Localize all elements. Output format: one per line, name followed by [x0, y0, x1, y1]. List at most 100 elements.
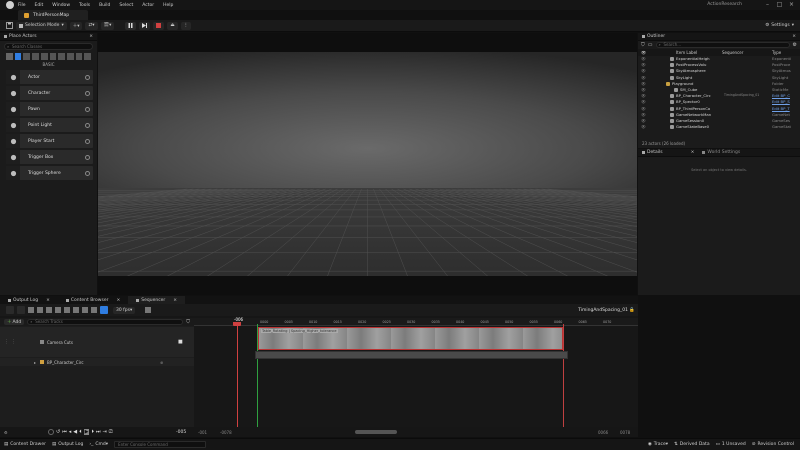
actor-item[interactable]: Point Light	[6, 118, 93, 132]
close-tab-icon[interactable]: ×	[173, 298, 177, 303]
range-end-field[interactable]: 0066	[598, 430, 608, 435]
actor-track-section[interactable]	[255, 351, 568, 359]
camera-view-icon[interactable]: ⎚	[109, 429, 113, 435]
step-back-icon[interactable]: ◂	[69, 429, 72, 435]
info-icon[interactable]	[85, 74, 90, 80]
timeline-scrollbar[interactable]	[355, 430, 397, 434]
track-search-input[interactable]: ⌕ Search Tracks	[27, 319, 184, 325]
item-label-column[interactable]: Item Label	[676, 50, 697, 55]
track-lock-icon[interactable]: ⋮	[11, 339, 16, 345]
menu-tools[interactable]: Tools	[79, 3, 90, 8]
shapes-category-icon[interactable]	[32, 53, 39, 60]
menu-edit[interactable]: Edit	[35, 3, 44, 8]
world-settings-tab[interactable]: World Settings	[702, 150, 740, 155]
pause-button[interactable]	[125, 21, 137, 30]
visual-effects-category-icon[interactable]	[49, 53, 57, 60]
visibility-icon[interactable]: 👁	[641, 106, 646, 111]
track-options-icon[interactable]: ⊕	[160, 360, 163, 365]
lock-icon[interactable]: 🔒	[629, 308, 635, 313]
info-icon[interactable]	[85, 138, 90, 144]
unreal-logo-icon[interactable]	[6, 1, 14, 9]
unsaved-button[interactable]: ▭ 1 Unsaved	[716, 442, 746, 447]
menu-select[interactable]: Select	[119, 3, 133, 8]
curve-editor-icon[interactable]	[145, 307, 152, 313]
minimize-icon[interactable]: –	[763, 1, 772, 9]
actor-item[interactable]: Actor	[6, 70, 93, 84]
save-icon[interactable]	[6, 22, 13, 29]
actions-icon[interactable]	[55, 307, 61, 313]
tab-sequencer[interactable]: Sequencer ×	[128, 296, 186, 304]
close-tab-icon[interactable]: ×	[89, 34, 93, 39]
add-actor-button[interactable]: ＋▾	[69, 21, 83, 30]
cmd-dropdown[interactable]: ›_ Cmd ▾	[89, 442, 108, 447]
outliner-tab[interactable]: Outliner	[642, 34, 665, 39]
visibility-icon[interactable]: 👁	[641, 112, 646, 117]
sequence-breadcrumb[interactable]: TimingAndSpacing_01	[578, 308, 628, 313]
save-sequence-icon[interactable]	[17, 306, 25, 314]
actor-item[interactable]: Trigger Box	[6, 150, 93, 164]
play-options-button[interactable]: ⋮	[180, 21, 192, 30]
geometry-category-icon[interactable]	[58, 53, 65, 60]
menu-file[interactable]: File	[18, 3, 26, 8]
track-row-camera-cuts[interactable]: ⋮ ⋮ Camera Cuts ■	[0, 327, 194, 357]
filter-icon[interactable]: ⛉	[641, 42, 645, 48]
visibility-column-icon[interactable]: 👁	[641, 50, 646, 55]
info-icon[interactable]	[85, 170, 90, 176]
cinematic-category-icon[interactable]	[40, 53, 48, 60]
level-viewport[interactable]	[98, 52, 637, 276]
add-folder-icon[interactable]: ▭	[648, 42, 653, 48]
menu-window[interactable]: Window	[52, 3, 70, 8]
track-pin-icon[interactable]: ⋮	[4, 339, 9, 345]
snapping-icon[interactable]	[91, 307, 97, 313]
all-classes-category-icon[interactable]	[75, 53, 83, 60]
info-icon[interactable]	[85, 122, 90, 128]
visibility-icon[interactable]: 👁	[641, 124, 646, 129]
level-tab[interactable]: ThirdPersonMap	[18, 10, 88, 20]
camera-icon[interactable]	[37, 307, 43, 313]
more-category-icon[interactable]	[84, 53, 92, 60]
close-tab-icon[interactable]: ×	[792, 34, 796, 39]
visibility-icon[interactable]: 👁	[641, 93, 646, 98]
trace-button[interactable]: ◉ Trace ▾	[648, 442, 668, 447]
place-actors-search-input[interactable]: ⌕ Search Classes	[4, 43, 93, 50]
maximize-icon[interactable]: □	[775, 1, 784, 9]
visibility-icon[interactable]: 👁	[641, 99, 646, 104]
add-track-button[interactable]: ＋ Add	[4, 319, 25, 325]
loop-icon[interactable]: ↺	[56, 429, 60, 435]
output-log-button[interactable]: ▤ Output Log	[52, 442, 83, 447]
outliner-settings-icon[interactable]: ⚙	[793, 42, 797, 48]
visibility-icon[interactable]: 👁	[641, 56, 646, 61]
render-movie-icon[interactable]	[46, 307, 52, 313]
cinematics-button[interactable]: 🎬▾	[100, 21, 115, 30]
playback-range-icon[interactable]: ⇥	[103, 429, 107, 435]
details-tab[interactable]: Details	[642, 150, 663, 155]
current-frame-field[interactable]: -005	[176, 430, 186, 435]
tab-output-log[interactable]: Output Log ×	[0, 296, 58, 304]
actor-item[interactable]: Player Start	[6, 134, 93, 148]
close-icon[interactable]: ×	[787, 1, 796, 9]
snap-toggle-icon[interactable]	[100, 306, 108, 314]
visibility-icon[interactable]: 👁	[641, 87, 646, 92]
stop-button[interactable]	[153, 21, 165, 30]
close-tab-icon[interactable]: ×	[46, 298, 50, 303]
menu-help[interactable]: Help	[163, 3, 173, 8]
outliner-row[interactable]: 👁 GameStateBase0 GameStat	[638, 124, 800, 130]
close-tab-icon[interactable]: ×	[691, 150, 695, 155]
range-start-field[interactable]: -001	[198, 430, 207, 435]
camera-lock-icon[interactable]: ■	[178, 339, 183, 345]
blueprint-button[interactable]: ⇄▾	[85, 21, 98, 30]
info-icon[interactable]	[85, 90, 90, 96]
recent-icon[interactable]	[6, 53, 13, 60]
sequencer-column[interactable]: Sequencer	[722, 50, 743, 55]
jump-to-end-icon[interactable]: ⏭	[96, 429, 101, 435]
find-in-browser-icon[interactable]	[28, 307, 34, 313]
time-ruler[interactable]: 0000 0005 0010 0015 0020 0025 0030 0035 0040 0045…	[194, 318, 638, 326]
info-icon[interactable]	[85, 106, 90, 112]
menu-actor[interactable]: Actor	[142, 3, 154, 8]
content-drawer-button[interactable]: ▤ Content Drawer	[4, 442, 46, 447]
eject-button[interactable]: ⏏	[167, 21, 178, 30]
jump-to-start-icon[interactable]: ⏮	[62, 429, 67, 435]
play-icon[interactable]: ▶	[83, 429, 90, 435]
settings-button[interactable]: ⚙ Settings ▾	[762, 22, 797, 30]
visibility-icon[interactable]: 👁	[641, 81, 646, 86]
